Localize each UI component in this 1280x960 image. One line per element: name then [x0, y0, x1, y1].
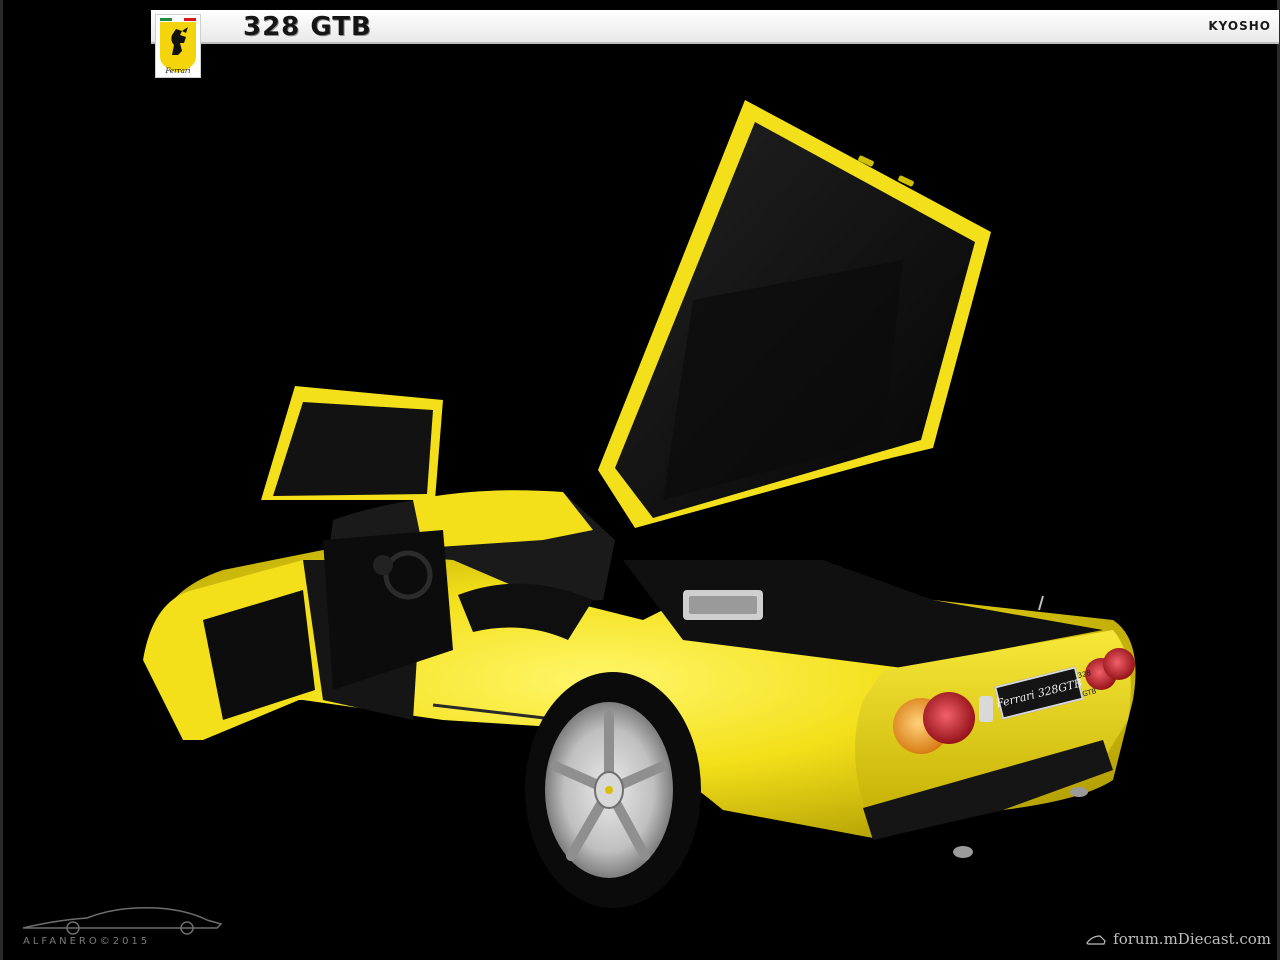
- forum-watermark-text: forum.mDiecast.com: [1113, 930, 1271, 948]
- brand-label: KYOSHO: [1208, 19, 1271, 33]
- front-hood: [261, 386, 443, 500]
- alfanero-watermark: ALFANERO©2015: [17, 898, 227, 950]
- header-bar: 328 GTB KYOSHO: [151, 10, 1279, 44]
- engine-lid: [598, 100, 991, 528]
- car-photo: [143, 100, 1136, 908]
- car-silhouette-icon: [22, 906, 223, 935]
- page-title: 328 GTB: [243, 12, 372, 42]
- ferrari-badge: Ferrari: [155, 14, 201, 78]
- alfanero-watermark-text: ALFANERO©2015: [23, 936, 151, 947]
- rear-emblem: [979, 696, 993, 722]
- car-outline-icon: [1086, 935, 1107, 945]
- photo-frame: Ferrari 328GTB 328 GTB 328 GTB KYOSHO Fe…: [0, 0, 1280, 960]
- antenna: [1038, 595, 1044, 611]
- badge-text: Ferrari: [165, 67, 191, 75]
- rear-wheel: [525, 672, 701, 908]
- forum-watermark: forum.mDiecast.com: [1086, 930, 1271, 948]
